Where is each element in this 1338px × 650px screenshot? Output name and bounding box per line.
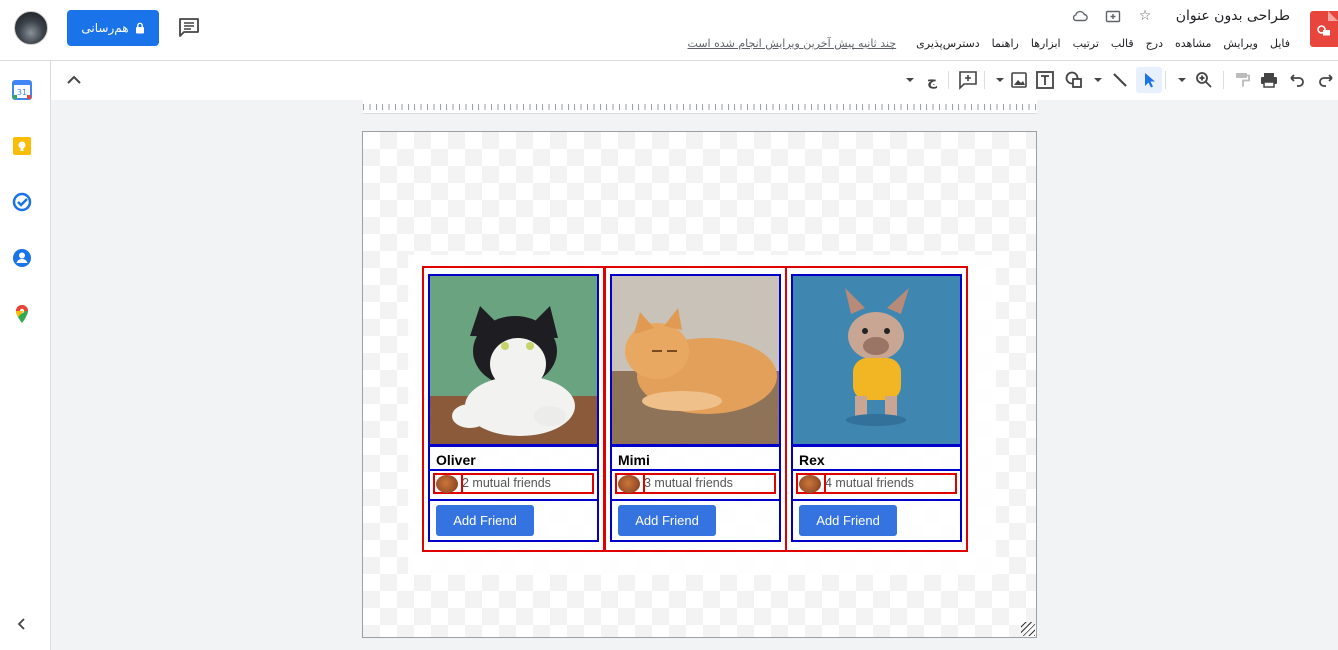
menu-view[interactable]: مشاهده: [1175, 37, 1211, 50]
image-icon[interactable]: [1009, 70, 1029, 90]
menu-edit[interactable]: ویرایش: [1223, 37, 1258, 50]
paint-format-icon[interactable]: [1232, 70, 1252, 90]
cat-photo-mimi: [612, 276, 779, 444]
zoom-dropdown-icon[interactable]: [1172, 70, 1192, 90]
canvas-area: Oliver 2 mutual friends Add Friend Mimi …: [51, 100, 1338, 650]
input-tools-dropdown-icon[interactable]: [900, 70, 920, 90]
mutual-friends-text: 4 mutual friends: [825, 476, 914, 490]
share-button[interactable]: هم‌رسانی: [67, 10, 159, 46]
image-dropdown-icon[interactable]: [990, 70, 1010, 90]
document-title[interactable]: طراحی بدون عنوان: [1176, 8, 1290, 24]
zoom-icon[interactable]: [1194, 70, 1214, 90]
lock-icon: [135, 22, 144, 34]
comments-icon[interactable]: [178, 17, 200, 37]
card-name-box: Oliver: [428, 445, 599, 471]
select-icon[interactable]: [1136, 67, 1162, 93]
mutual-friends-text: 3 mutual friends: [644, 476, 733, 490]
shape-icon[interactable]: [1064, 70, 1084, 90]
collapse-panel-icon[interactable]: [16, 617, 28, 631]
menu-format[interactable]: قالب: [1111, 37, 1134, 50]
svg-text:31: 31: [17, 88, 27, 97]
add-friend-button[interactable]: Add Friend: [799, 505, 897, 536]
add-friend-button[interactable]: Add Friend: [436, 505, 534, 536]
drawing-canvas[interactable]: Oliver 2 mutual friends Add Friend Mimi …: [362, 131, 1037, 638]
card-button-box: Add Friend: [610, 499, 781, 542]
menu-bar: فایل ویرایش مشاهده درج قالب ترتیب ابزاره…: [688, 37, 1290, 50]
drawing-shape-icon: [1317, 25, 1330, 36]
horizontal-ruler[interactable]: [363, 100, 1037, 114]
hide-menus-icon[interactable]: [64, 70, 84, 90]
card-name: Oliver: [436, 452, 476, 468]
resize-handle[interactable]: [1021, 622, 1035, 636]
side-panel: 31: [0, 61, 51, 650]
card-button-box: Add Friend: [428, 499, 599, 542]
add-friend-button[interactable]: Add Friend: [618, 505, 716, 536]
svg-text:ج: ج: [927, 73, 938, 89]
card-name: Mimi: [618, 452, 650, 468]
mutual-friends-text: 2 mutual friends: [462, 476, 551, 490]
menu-insert[interactable]: درج: [1146, 37, 1163, 50]
friend-card: Rex 4 mutual friends Add Friend: [785, 266, 968, 552]
toolbar: ج: [51, 61, 1338, 100]
tasks-icon[interactable]: [12, 192, 32, 212]
keep-icon[interactable]: [12, 136, 32, 156]
star-icon[interactable]: ☆: [1137, 8, 1153, 24]
friend-card: Oliver 2 mutual friends Add Friend: [422, 266, 605, 552]
card-name-box: Mimi: [610, 445, 781, 471]
mutual-friend-avatar: [618, 475, 640, 493]
mutual-friend-avatar: [436, 475, 458, 493]
drawings-logo[interactable]: [1310, 11, 1338, 47]
card-photo: [428, 274, 599, 446]
mutual-friends-box: 4 mutual friends: [791, 469, 962, 501]
card-name: Rex: [799, 452, 825, 468]
account-avatar[interactable]: [14, 11, 48, 45]
last-edit-link[interactable]: چند ثانیه پیش آخرین ویرایش انجام شده است: [688, 37, 897, 50]
print-icon[interactable]: [1259, 70, 1279, 90]
mutual-friends-box: 2 mutual friends: [428, 469, 599, 501]
menu-file[interactable]: فایل: [1270, 37, 1290, 50]
maps-icon[interactable]: [12, 304, 32, 324]
move-to-folder-icon[interactable]: [1105, 8, 1121, 24]
input-tools-icon[interactable]: ج: [922, 70, 942, 90]
friend-card: Mimi 3 mutual friends Add Friend: [604, 266, 787, 552]
contacts-icon[interactable]: [12, 248, 32, 268]
calendar-icon[interactable]: 31: [12, 80, 32, 100]
share-label: هم‌رسانی: [81, 21, 129, 35]
menu-help[interactable]: راهنما: [992, 37, 1019, 50]
menu-accessibility[interactable]: دسترس‌پذیری: [916, 37, 980, 50]
card-button-box: Add Friend: [791, 499, 962, 542]
undo-icon[interactable]: [1287, 70, 1307, 90]
mutual-friends-box: 3 mutual friends: [610, 469, 781, 501]
card-name-box: Rex: [791, 445, 962, 471]
cloud-status-icon[interactable]: [1072, 8, 1089, 24]
comment-add-icon[interactable]: [958, 70, 978, 90]
dog-photo-rex: [793, 276, 960, 444]
shape-dropdown-icon[interactable]: [1088, 70, 1108, 90]
redo-icon[interactable]: [1316, 70, 1336, 90]
menu-arrange[interactable]: ترتیب: [1073, 37, 1099, 50]
menu-tools[interactable]: ابزارها: [1031, 37, 1061, 50]
cat-photo-oliver: [430, 276, 597, 444]
top-bar: طراحی بدون عنوان ☆ فایل ویرایش مشاهده در…: [0, 0, 1338, 61]
card-photo: [791, 274, 962, 446]
line-icon[interactable]: [1110, 70, 1130, 90]
card-photo: [610, 274, 781, 446]
mutual-friend-avatar: [799, 475, 821, 493]
textbox-icon[interactable]: [1035, 70, 1055, 90]
title-icons: ☆: [1072, 8, 1153, 24]
